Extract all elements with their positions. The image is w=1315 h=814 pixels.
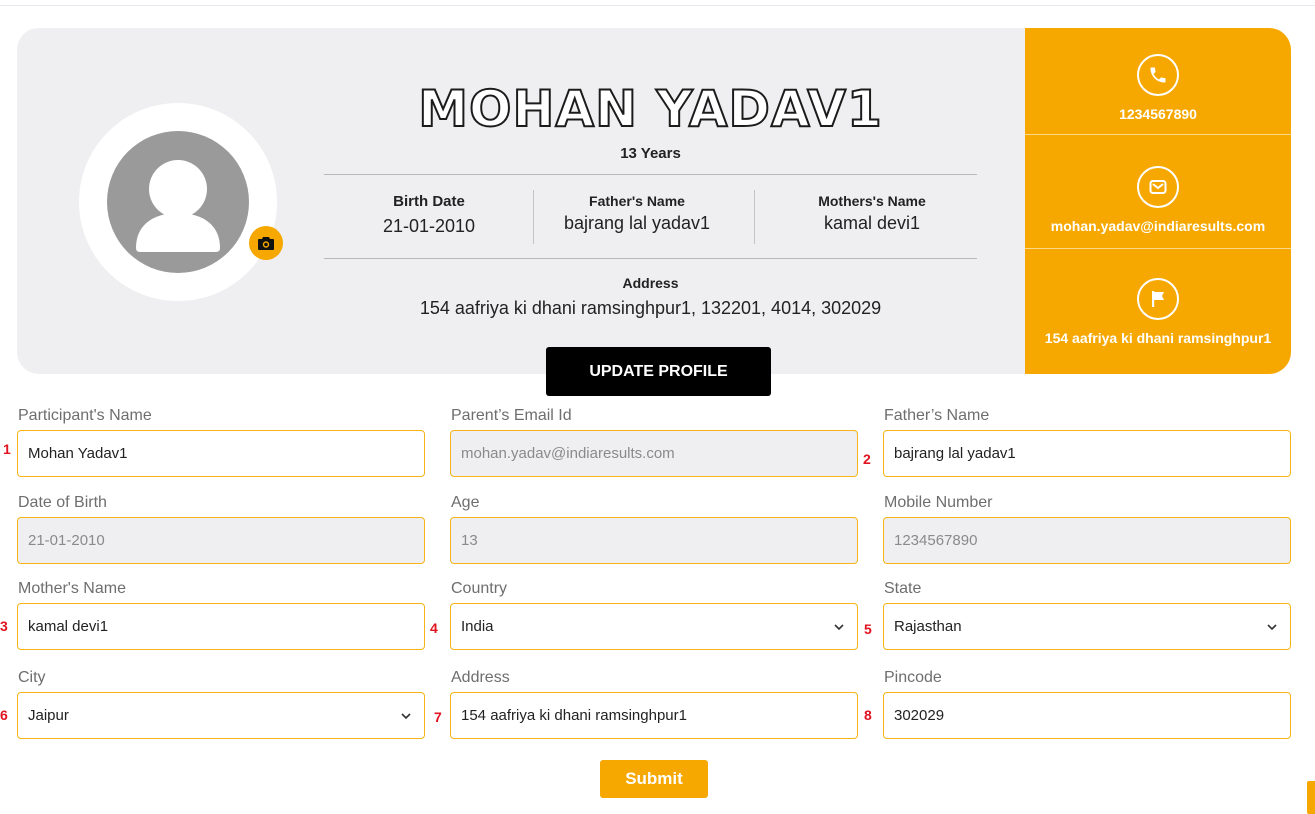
- birth-date-info: Birth Date 21-01-2010: [349, 193, 509, 237]
- profile-page: MOHAN YADAV1 13 Years Birth Date 21-01-2…: [0, 0, 1315, 814]
- mobile-label: Mobile Number: [884, 494, 993, 511]
- birth-date-value: 21-01-2010: [382, 216, 476, 236]
- participant-name-input[interactable]: Mohan Yadav1: [17, 430, 425, 477]
- contact-panel: 1234567890 mohan.yadav@indiaresults.com: [1025, 28, 1291, 374]
- mother-name-value: kamal devi1: [28, 618, 109, 635]
- country-label: Country: [451, 580, 508, 597]
- age-input: 13: [450, 517, 858, 564]
- father-info: Father's Name bajrang lal yadav1: [537, 193, 737, 234]
- pincode-value: 302029: [894, 707, 945, 724]
- participant-name-label: Participant's Name: [18, 407, 152, 424]
- field-marker: 3: [0, 618, 8, 634]
- divider: [324, 174, 977, 175]
- mobile-input: 1234567890: [883, 517, 1291, 564]
- age-value: 13: [461, 532, 478, 549]
- city-select[interactable]: Jaipur: [17, 692, 425, 739]
- age-label: Age: [451, 494, 480, 511]
- contact-address: 154 aafriya ki dhani ramsinghpur1: [1025, 278, 1291, 346]
- dob-value: 21-01-2010: [28, 532, 105, 549]
- address-input[interactable]: 154 aafriya ki dhani ramsinghpur1: [450, 692, 858, 739]
- mother-label: Mothers's Name: [818, 193, 926, 209]
- flag-icon: [1137, 278, 1179, 320]
- avatar: [107, 131, 249, 273]
- mother-value: kamal devi1: [823, 213, 921, 233]
- chevron-down-icon: [834, 624, 844, 631]
- parent-email-label: Parent’s Email Id: [451, 407, 572, 424]
- parent-email-input: mohan.yadav@indiaresults.com: [450, 430, 858, 477]
- divider: [1025, 134, 1291, 135]
- state-value: Rajasthan: [894, 618, 962, 635]
- state-select[interactable]: Rajasthan: [883, 603, 1291, 650]
- country-value: India: [461, 618, 494, 635]
- dob-input: 21-01-2010: [17, 517, 425, 564]
- user-silhouette-icon: [136, 160, 220, 252]
- side-tab[interactable]: [1307, 781, 1315, 814]
- mobile-value: 1234567890: [894, 532, 978, 549]
- father-name-input[interactable]: bajrang lal yadav1: [883, 430, 1291, 477]
- contact-phone: 1234567890: [1025, 54, 1291, 122]
- field-marker: 6: [0, 707, 8, 723]
- column-divider: [754, 190, 755, 244]
- father-label: Father's Name: [589, 193, 685, 209]
- pincode-input[interactable]: 302029: [883, 692, 1291, 739]
- phone-icon: [1137, 54, 1179, 96]
- mother-name-label: Mother's Name: [18, 580, 126, 597]
- participant-name-value: Mohan Yadav1: [28, 445, 128, 462]
- mother-name-input[interactable]: kamal devi1: [17, 603, 425, 650]
- profile-name: MOHAN YADAV1: [417, 79, 883, 139]
- column-divider: [533, 190, 534, 244]
- divider: [324, 258, 977, 259]
- mother-info: Mothers's Name kamal devi1: [787, 193, 957, 234]
- field-marker: 7: [434, 709, 442, 725]
- country-select[interactable]: India: [450, 603, 858, 650]
- state-label: State: [884, 580, 922, 597]
- contact-phone-text: 1234567890: [1119, 106, 1197, 122]
- field-marker: 1: [3, 441, 11, 457]
- city-value: Jaipur: [28, 707, 69, 724]
- profile-age: 13 Years: [620, 145, 681, 162]
- field-marker: 5: [864, 621, 872, 637]
- top-divider: [0, 0, 1315, 6]
- field-marker: 4: [430, 620, 438, 636]
- pincode-label: Pincode: [884, 669, 942, 686]
- avatar-frame: [79, 103, 277, 301]
- submit-button[interactable]: Submit: [600, 760, 708, 798]
- chevron-down-icon: [401, 713, 411, 720]
- update-profile-button[interactable]: UPDATE PROFILE: [546, 347, 771, 396]
- contact-email-text: mohan.yadav@indiaresults.com: [1050, 218, 1266, 234]
- dob-label: Date of Birth: [18, 494, 107, 511]
- address-field-label: Address: [451, 669, 510, 686]
- contact-address-text: 154 aafriya ki dhani ramsinghpur1: [1044, 330, 1272, 346]
- father-name-value: bajrang lal yadav1: [894, 445, 1016, 462]
- chevron-down-icon: [1267, 624, 1277, 631]
- address-value: 154 aafriya ki dhani ramsinghpur1, 13220…: [419, 298, 882, 318]
- camera-icon: [258, 237, 274, 250]
- parent-email-value: mohan.yadav@indiaresults.com: [461, 445, 675, 462]
- address-label: Address: [622, 275, 679, 291]
- change-photo-button[interactable]: [249, 226, 283, 260]
- father-name-label: Father’s Name: [884, 407, 990, 424]
- birth-date-label: Birth Date: [393, 193, 465, 210]
- field-marker: 2: [863, 451, 871, 467]
- divider: [1025, 248, 1291, 249]
- contact-email: mohan.yadav@indiaresults.com: [1025, 166, 1291, 234]
- field-marker: 8: [864, 707, 872, 723]
- mail-icon: [1137, 166, 1179, 208]
- address-field-value: 154 aafriya ki dhani ramsinghpur1: [461, 707, 687, 724]
- profile-card: MOHAN YADAV1 13 Years Birth Date 21-01-2…: [17, 28, 1291, 374]
- father-value: bajrang lal yadav1: [563, 213, 711, 233]
- city-label: City: [18, 669, 46, 686]
